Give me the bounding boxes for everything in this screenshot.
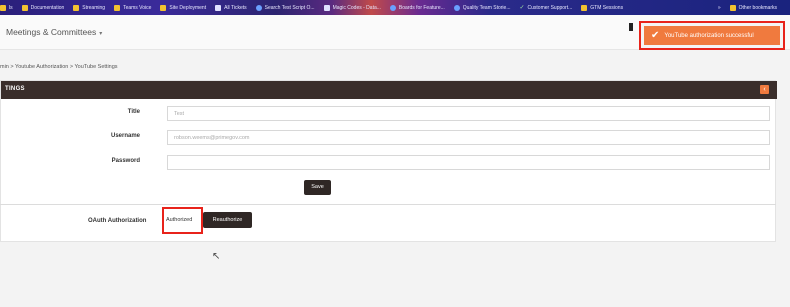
bookmarks-right: » Other bookmarks: [718, 0, 786, 15]
oauth-label: OAuth Authorization: [88, 218, 147, 224]
bookmark-boards-for-feature[interactable]: Boards for Feature...: [389, 4, 445, 11]
breadcrumb: min > Youtube Authorization > YouTube Se…: [0, 64, 118, 70]
bookmark-ls[interactable]: ls: [0, 4, 13, 11]
toast-message: YouTube authorization successful: [664, 32, 754, 39]
bookmark-documentation[interactable]: Documentation: [21, 4, 64, 11]
bookmark-quality-team-stories[interactable]: Quality Team Storie...: [453, 4, 511, 11]
title-label: Title: [127, 109, 140, 115]
checkbox-icon: [215, 4, 222, 11]
bookmark-customer-support[interactable]: ✓ Customer Support...: [519, 4, 573, 12]
folder-icon: [160, 4, 167, 11]
nav-meetings-committees[interactable]: Meetings & Committees ▾: [6, 27, 102, 37]
bookmark-site-deployment[interactable]: Site Deployment: [160, 4, 206, 11]
folder-icon: [0, 4, 6, 11]
bookmark-streaming[interactable]: Streaming: [73, 4, 105, 11]
bookmark-all-tickets[interactable]: All Tickets: [215, 4, 247, 11]
bookmarks-bar: ls Documentation Streaming Teams Voice S…: [0, 0, 790, 15]
panel-title: TINGS: [5, 86, 25, 92]
success-toast[interactable]: ✔ YouTube authorization successful: [644, 26, 780, 45]
oauth-status: Authorized: [166, 217, 193, 223]
panel-header: TINGS ‹: [1, 81, 777, 99]
check-icon: ✔: [651, 29, 660, 41]
more-bookmarks-button[interactable]: »: [718, 5, 721, 11]
divider: [0, 204, 776, 205]
header-menu-icon[interactable]: [629, 23, 633, 31]
title-input[interactable]: Test: [167, 106, 770, 121]
mouse-cursor-icon: ↖: [212, 251, 221, 262]
toast-highlight: ✔ YouTube authorization successful: [639, 21, 785, 50]
folder-icon: [581, 4, 588, 11]
reauthorize-button[interactable]: Reauthorize: [203, 212, 252, 228]
globe-icon: [389, 4, 396, 11]
password-input[interactable]: [167, 155, 770, 170]
bookmark-teams-voice[interactable]: Teams Voice: [114, 4, 151, 11]
chevron-down-icon: ▾: [99, 31, 103, 37]
collapse-button[interactable]: ‹: [760, 85, 769, 94]
folder-icon: [729, 4, 736, 11]
other-bookmarks[interactable]: Other bookmarks: [729, 4, 777, 11]
globe-icon: [255, 4, 262, 11]
folder-icon: [21, 4, 28, 11]
bookmark-gtm-sessions[interactable]: GTM Sessions: [581, 4, 623, 11]
checkbox-icon: [323, 4, 330, 11]
folder-icon: [114, 4, 121, 11]
username-input[interactable]: robson.weems@primegov.com: [167, 130, 770, 145]
password-label: Password: [111, 158, 140, 164]
username-label: Username: [110, 133, 140, 139]
save-button[interactable]: Save: [304, 180, 331, 195]
tick-icon: ✓: [519, 5, 525, 11]
globe-icon: [453, 4, 460, 11]
folder-icon: [73, 4, 80, 11]
bookmark-search-test-script[interactable]: Search Test Script O...: [255, 4, 315, 11]
bookmark-magic-codes[interactable]: Magic Codes - Data...: [323, 4, 381, 11]
